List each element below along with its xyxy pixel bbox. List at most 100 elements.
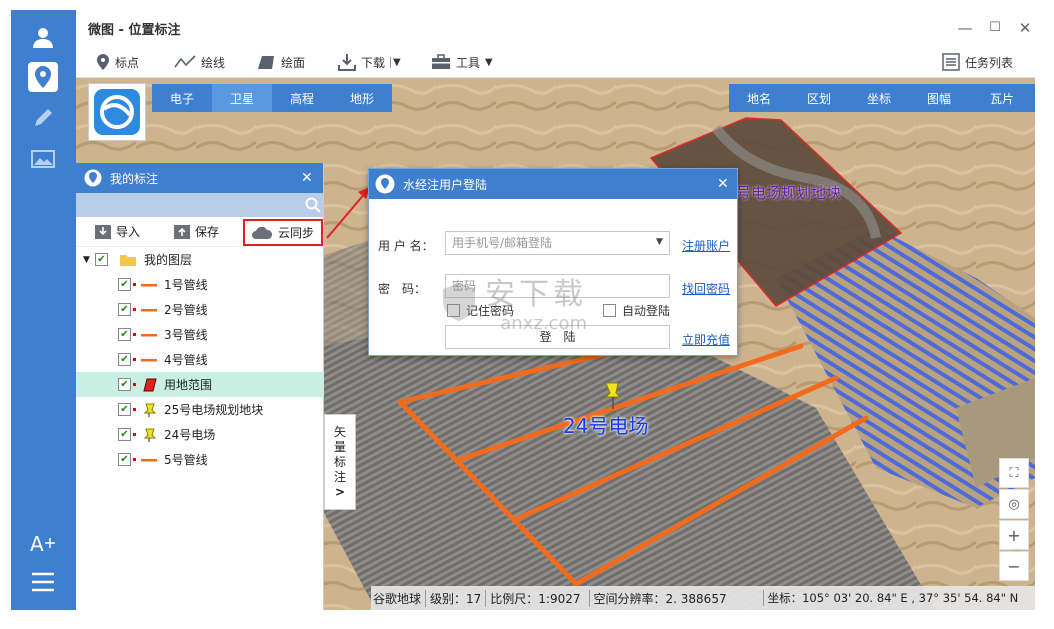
checkbox[interactable]: ✔ (118, 428, 131, 441)
layer-tree: ▼ ✔ 我的图层 ✔ 1号管线 ✔ 2号管线 ✔ 3号管线 ✔ 4号管线 ✔ 用地范围 ✔ 25号电场… (76, 247, 324, 472)
pencil-icon[interactable] (28, 103, 58, 133)
checkbox[interactable]: ✔ (118, 453, 131, 466)
checkbox[interactable]: ✔ (118, 278, 131, 291)
tab-divisions[interactable]: 区划 (789, 84, 849, 112)
map-label-station: 24号电场 (563, 414, 649, 438)
tab-place-names[interactable]: 地名 (729, 84, 789, 112)
import-button[interactable]: 导入 (95, 223, 140, 240)
image-icon[interactable] (28, 144, 58, 174)
password-input[interactable]: 密码 (445, 274, 670, 298)
tree-root[interactable]: ▼ ✔ 我的图层 (76, 247, 324, 272)
username-input[interactable]: 用手机号/邮箱登陆 (445, 231, 670, 255)
zoom-in-button[interactable]: + (999, 520, 1029, 550)
vector-tab-char: 矢 (333, 424, 346, 439)
minus-icon: − (1007, 556, 1021, 576)
dialog-title: 水经注用户登陆 (403, 177, 488, 192)
fullscreen-button[interactable]: ⛶ (999, 458, 1029, 488)
recharge-link[interactable]: 立即充值 (682, 331, 730, 348)
password-label: 密 码： (378, 282, 427, 296)
tree-item[interactable]: ✔ 2号管线 (76, 297, 324, 322)
checkbox[interactable]: ✔ (118, 328, 131, 341)
font-size-icon[interactable]: A (28, 528, 58, 558)
tree-item[interactable]: ✔ 25号电场规划地块 (76, 397, 324, 422)
map-label-plot: 号电场规划地块 (736, 184, 842, 202)
import-label: 导入 (116, 225, 141, 239)
auto-login-label: 自动登陆 (622, 304, 671, 318)
tree-item[interactable]: ✔ 用地范围 (76, 372, 324, 397)
tree-item[interactable]: ✔ 3号管线 (76, 322, 324, 347)
minimize-icon[interactable]: — (955, 18, 975, 38)
area-icon (143, 378, 157, 391)
chevron-down-icon: ▼ (390, 56, 401, 68)
task-list-button[interactable]: 任务列表 (942, 51, 1013, 73)
panel-search-bar[interactable] (76, 193, 323, 217)
tab-satellite[interactable]: 卫星 (212, 84, 272, 112)
line-icon (141, 308, 157, 311)
download-button[interactable]: 下载 ▼ (338, 51, 401, 73)
tab-coordinates[interactable]: 坐标 (849, 84, 909, 112)
panel-title: 我的标注 (110, 171, 159, 186)
zoom-out-button[interactable]: − (999, 551, 1029, 581)
tab-tiles[interactable]: 瓦片 (969, 84, 1035, 112)
close-icon[interactable]: ✕ (1015, 18, 1035, 38)
tab-electronic[interactable]: 电子 (152, 84, 212, 112)
tree-item-label: 用地范围 (164, 378, 213, 392)
remember-label: 记住密码 (466, 304, 515, 318)
chevron-down-icon[interactable]: ▼ (656, 237, 663, 247)
locate-icon: ◎ (1008, 496, 1020, 512)
checkbox[interactable]: ✔ (118, 353, 131, 366)
forgot-password-link[interactable]: 找回密码 (682, 280, 730, 297)
save-button[interactable]: 保存 (174, 223, 219, 240)
checkbox[interactable]: ✔ (118, 303, 131, 316)
tab-elevation[interactable]: 高程 (272, 84, 332, 112)
close-icon[interactable]: ✕ (717, 176, 729, 192)
import-icon (95, 224, 111, 239)
save-icon (174, 224, 190, 239)
checkbox[interactable] (603, 304, 616, 317)
cloud-sync-label: 云同步 (278, 226, 315, 240)
register-link[interactable]: 注册账户 (682, 237, 730, 254)
tree-item-label: 2号管线 (164, 303, 208, 317)
checkbox[interactable]: ✔ (118, 378, 131, 391)
location-icon[interactable] (28, 62, 58, 92)
auto-login-option[interactable]: 自动登陆 (603, 302, 670, 319)
maximize-icon[interactable]: ☐ (985, 18, 1005, 38)
red-dot-icon (133, 408, 136, 411)
status-source: 谷歌地球 (373, 591, 422, 606)
download-label: 下载 (361, 55, 386, 70)
red-dot-icon (133, 358, 136, 361)
tree-item-label: 25号电场规划地块 (164, 403, 264, 417)
checkbox[interactable] (447, 304, 460, 317)
toolbox-icon (432, 54, 450, 69)
line-icon (141, 333, 157, 336)
login-button[interactable]: 登 陆 (445, 325, 670, 349)
vector-annotation-tab[interactable]: 矢 量 标 注 > (324, 414, 356, 510)
tree-item-label: 4号管线 (164, 353, 208, 367)
checkbox[interactable]: ✔ (118, 403, 131, 416)
plus-icon: + (1007, 525, 1021, 545)
line-icon (141, 283, 157, 286)
locate-button[interactable]: ◎ (999, 489, 1029, 519)
checkbox[interactable]: ✔ (95, 253, 108, 266)
tab-map-sheet[interactable]: 图幅 (909, 84, 969, 112)
tool-polygon-button[interactable]: 绘面 (256, 51, 305, 73)
search-icon[interactable] (305, 197, 321, 213)
tree-item[interactable]: ✔ 5号管线 (76, 447, 324, 472)
status-coordinates: 坐标：105° 03' 20. 84" E , 37° 35' 54. 84" … (762, 590, 1018, 606)
cloud-sync-button[interactable]: 云同步 (243, 219, 323, 246)
tool-point-button[interactable]: 标点 (96, 51, 139, 73)
tools-button[interactable]: 工具 ▼ (431, 51, 493, 73)
menu-icon[interactable] (28, 567, 58, 597)
tool-line-button[interactable]: 绘线 (174, 51, 225, 73)
status-bar: 谷歌地球 级别：17 比例尺：1:9027 空间分辨率：2. 388657 坐标… (371, 586, 1035, 610)
tab-terrain[interactable]: 地形 (332, 84, 392, 112)
user-icon[interactable] (28, 22, 58, 52)
close-icon[interactable]: ✕ (301, 170, 313, 186)
red-dot-icon (133, 458, 136, 461)
tree-item[interactable]: ✔ 4号管线 (76, 347, 324, 372)
cloud-icon (252, 226, 273, 239)
tree-item[interactable]: ✔ 24号电场 (76, 422, 324, 447)
remember-password-option[interactable]: 记住密码 (447, 302, 514, 319)
tree-item[interactable]: ✔ 1号管线 (76, 272, 324, 297)
caret-down-icon[interactable]: ▼ (83, 255, 95, 265)
